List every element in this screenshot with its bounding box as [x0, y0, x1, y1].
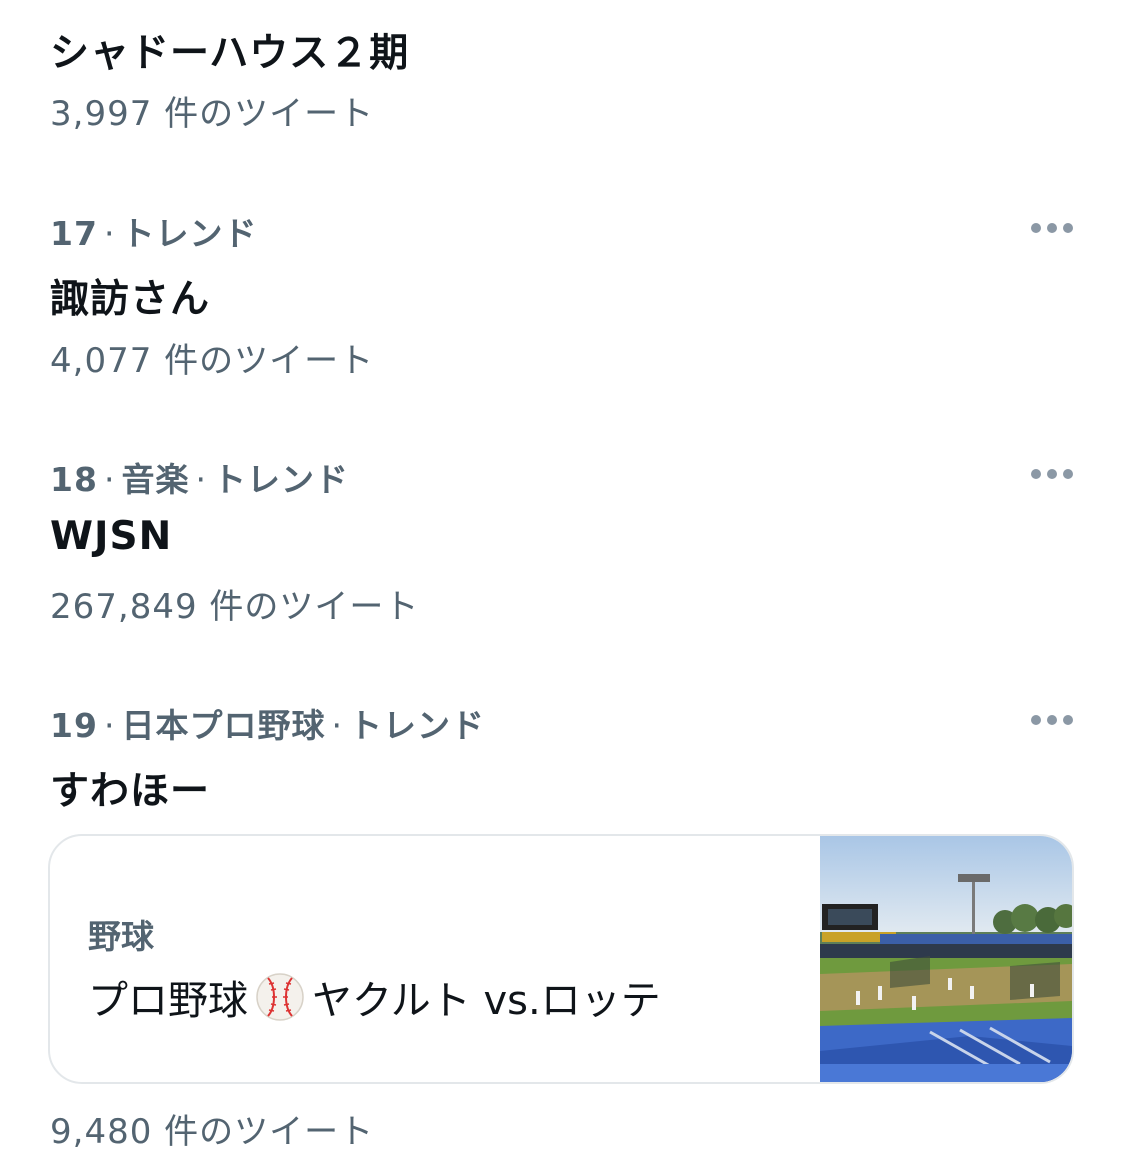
more-options-icon[interactable] [1031, 222, 1073, 234]
trend-title[interactable]: 諏訪さん [50, 268, 210, 324]
trend-title[interactable]: すわほー [50, 760, 210, 816]
trend-meta: 18 · 音楽 · トレンド [50, 453, 349, 501]
trend-title[interactable]: WJSN [50, 514, 172, 559]
event-title-part: プロ野球 [88, 978, 248, 1024]
more-options-icon[interactable] [1031, 468, 1073, 480]
trend-tweet-count: 4,077 件のツイート [50, 341, 375, 381]
stadium-photo [820, 836, 1072, 1082]
trend-label: トレンド [212, 460, 349, 499]
separator-dot: · [103, 214, 116, 253]
trend-category: 日本プロ野球 [121, 706, 326, 745]
trend-rank: 17 [50, 214, 98, 253]
baseball-icon [256, 973, 304, 1021]
trend-title[interactable]: シャドーハウス２期 [50, 22, 409, 78]
event-card[interactable]: 野球 プロ野球 ヤクルト vs.ロッテ [48, 834, 1074, 1084]
separator-dot: · [331, 706, 343, 745]
trend-label: トレンド [121, 214, 258, 253]
trend-tweet-count: 9,480 件のツイート [50, 1112, 375, 1152]
separator-dot: · [103, 460, 116, 499]
event-category: 野球 [88, 917, 154, 956]
more-options-icon[interactable] [1031, 714, 1073, 726]
trend-meta: 19 · 日本プロ野球 · トレンド [50, 699, 485, 747]
trend-tweet-count: 3,997 件のツイート [50, 94, 375, 134]
trend-tweet-count: 267,849 件のツイート [50, 587, 420, 627]
trend-meta: 17 · トレンド [50, 207, 257, 255]
separator-dot: · [195, 460, 207, 499]
event-title-part: ヤクルト vs.ロッテ [312, 978, 661, 1024]
trend-rank: 18 [50, 460, 98, 499]
trend-label: トレンド [348, 706, 485, 745]
trend-category: 音楽 [121, 460, 190, 499]
trend-rank: 19 [50, 706, 98, 745]
event-title: プロ野球 ヤクルト vs.ロッテ [88, 968, 661, 1026]
separator-dot: · [103, 706, 116, 745]
